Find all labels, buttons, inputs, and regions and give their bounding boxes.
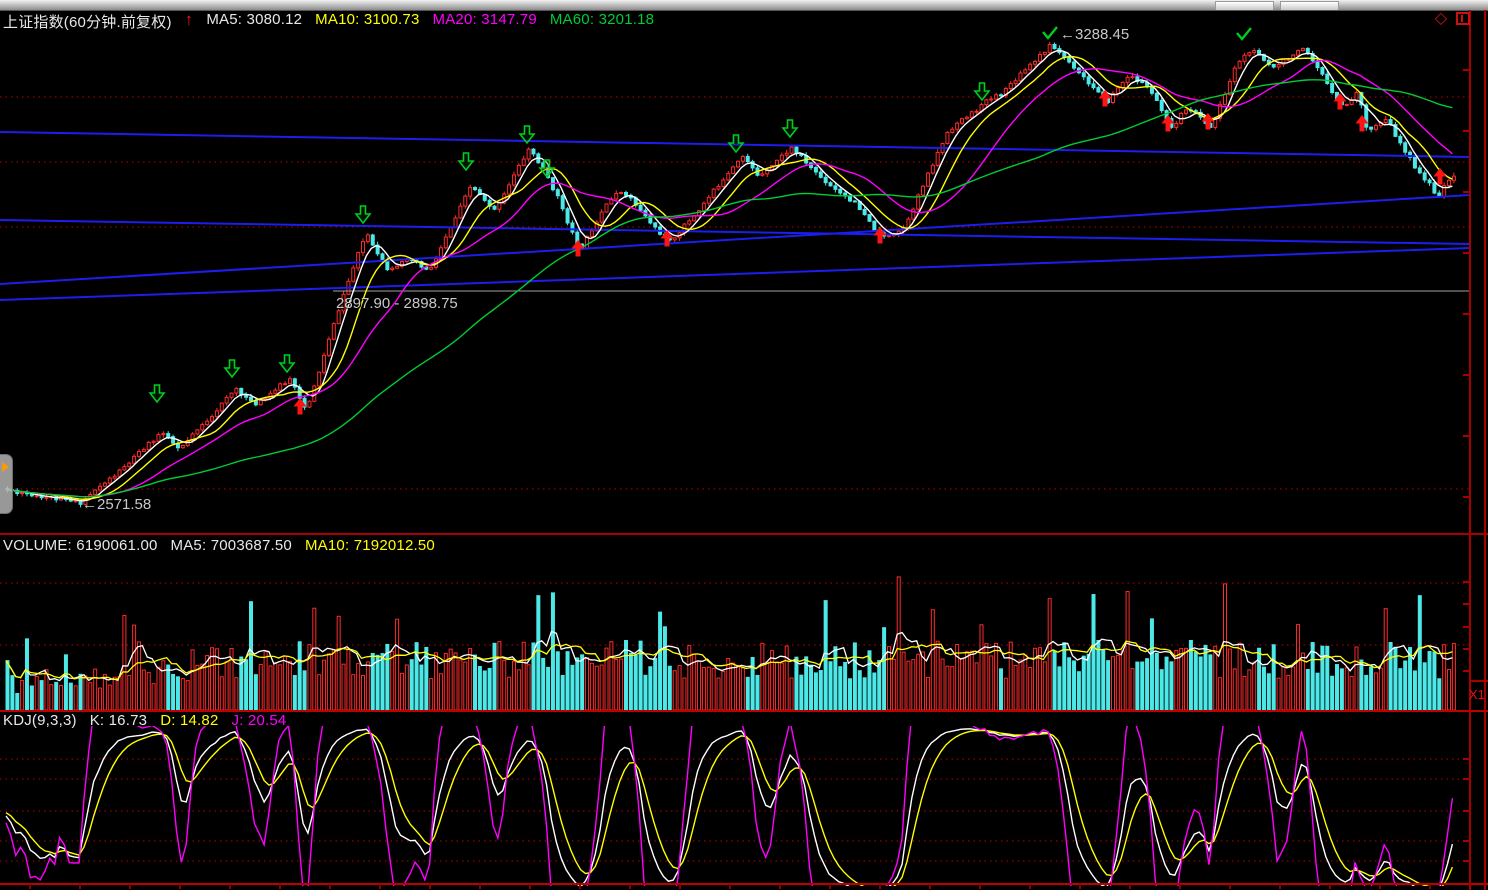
ma20-value: MA20: 3147.79 bbox=[433, 11, 537, 32]
volume-ma10-value: MA10: 7192012.50 bbox=[305, 537, 435, 554]
instrument-title[interactable]: 上证指数(60分钟.前复权) bbox=[3, 11, 172, 32]
chart-window: 上证指数(60分钟.前复权) ↑ MA5: 3080.12 MA10: 3100… bbox=[0, 0, 1488, 890]
volume-pane[interactable] bbox=[0, 534, 1470, 710]
ma5-value: MA5: 3080.12 bbox=[206, 11, 302, 32]
scale-multiplier-label: X1 bbox=[1469, 687, 1485, 702]
volume-value: VOLUME: 6190061.00 bbox=[3, 537, 158, 554]
ma10-value: MA10: 3100.73 bbox=[315, 11, 419, 32]
ma60-value: MA60: 3201.18 bbox=[550, 11, 654, 32]
low-price-annotation: ←2571.58 bbox=[82, 496, 151, 513]
diamond-icon[interactable]: ◇ bbox=[1435, 11, 1447, 26]
price-pane-header: 上证指数(60分钟.前复权) ↑ MA5: 3080.12 MA10: 3100… bbox=[3, 11, 654, 32]
peak-price-annotation: ←3288.45 bbox=[1060, 26, 1129, 43]
price-pane[interactable] bbox=[0, 12, 1470, 534]
kdj-title[interactable]: KDJ(9,3,3) bbox=[3, 712, 77, 729]
kdj-d-value: D: 14.82 bbox=[160, 712, 218, 729]
panel-arrow-icon bbox=[2, 462, 9, 472]
volume-ma5-value: MA5: 7003687.50 bbox=[171, 537, 292, 554]
pane-controls: ◇ bbox=[1435, 11, 1470, 26]
split-window-icon[interactable] bbox=[1456, 12, 1470, 25]
volume-pane-header: VOLUME: 6190061.00 MA5: 7003687.50 MA10:… bbox=[3, 537, 435, 554]
kdj-j-value: J: 20.54 bbox=[232, 712, 287, 729]
chart-canvas bbox=[0, 0, 1488, 890]
kdj-k-value: K: 16.73 bbox=[90, 712, 147, 729]
kdj-pane-header: KDJ(9,3,3) K: 16.73 D: 14.82 J: 20.54 bbox=[3, 712, 286, 729]
side-panel-toggle[interactable] bbox=[0, 454, 13, 514]
signal-up-arrow-icon: ↑ bbox=[185, 11, 194, 32]
kdj-pane[interactable] bbox=[0, 712, 1470, 884]
gap-range-annotation: 2897.90 - 2898.75 bbox=[336, 295, 458, 312]
